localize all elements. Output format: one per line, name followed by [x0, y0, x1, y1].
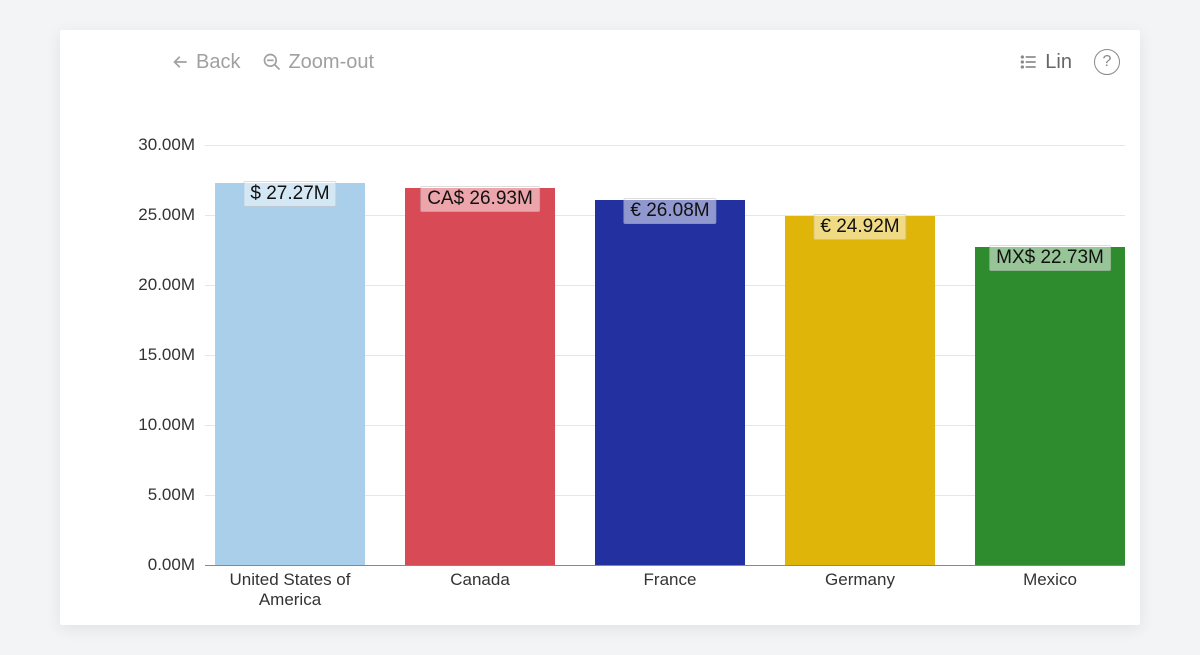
- scale-label: Lin: [1045, 51, 1072, 74]
- bar-fill: [405, 188, 555, 565]
- help-button[interactable]: ?: [1094, 49, 1120, 75]
- scale-toggle[interactable]: Lin: [1019, 51, 1072, 74]
- bar-fill: [785, 216, 935, 565]
- chart-card: Back Zoom-out Lin ? 0.00M 5.00M 10.00M 1…: [60, 30, 1140, 625]
- x-tick-label: France: [580, 570, 760, 590]
- bar-fill: [975, 247, 1125, 565]
- bar-value-label: $ 27.27M: [243, 181, 336, 207]
- y-tick-label: 15.00M: [115, 345, 195, 365]
- chart-toolbar: Back Zoom-out Lin ?: [60, 30, 1140, 86]
- back-label: Back: [196, 51, 240, 74]
- y-tick-label: 20.00M: [115, 275, 195, 295]
- bar-fill: [595, 200, 745, 565]
- y-tick-label: 0.00M: [115, 555, 195, 575]
- x-tick-label: Mexico: [960, 570, 1140, 590]
- bar-value-label: € 24.92M: [813, 214, 906, 240]
- back-button[interactable]: Back: [170, 51, 240, 74]
- help-icon: ?: [1103, 53, 1112, 71]
- y-tick-label: 30.00M: [115, 135, 195, 155]
- x-tick-label: Germany: [770, 570, 950, 590]
- bar-value-label: CA$ 26.93M: [420, 186, 540, 212]
- bar-value-label: MX$ 22.73M: [989, 245, 1111, 271]
- x-tick-label: United States of America: [200, 570, 380, 611]
- y-tick-label: 5.00M: [115, 485, 195, 505]
- back-arrow-icon: [170, 52, 190, 72]
- y-tick-label: 10.00M: [115, 415, 195, 435]
- y-tick-label: 25.00M: [115, 205, 195, 225]
- x-tick-label: Canada: [390, 570, 570, 590]
- zoom-out-icon: [262, 52, 282, 72]
- zoom-out-button[interactable]: Zoom-out: [262, 51, 374, 74]
- list-icon: [1019, 52, 1039, 72]
- zoom-out-label: Zoom-out: [288, 51, 374, 74]
- bar-chart: 0.00M 5.00M 10.00M 15.00M 20.00M 25.00M …: [205, 145, 1125, 565]
- bar-value-label: € 26.08M: [623, 198, 716, 224]
- bar-fill: [215, 183, 365, 565]
